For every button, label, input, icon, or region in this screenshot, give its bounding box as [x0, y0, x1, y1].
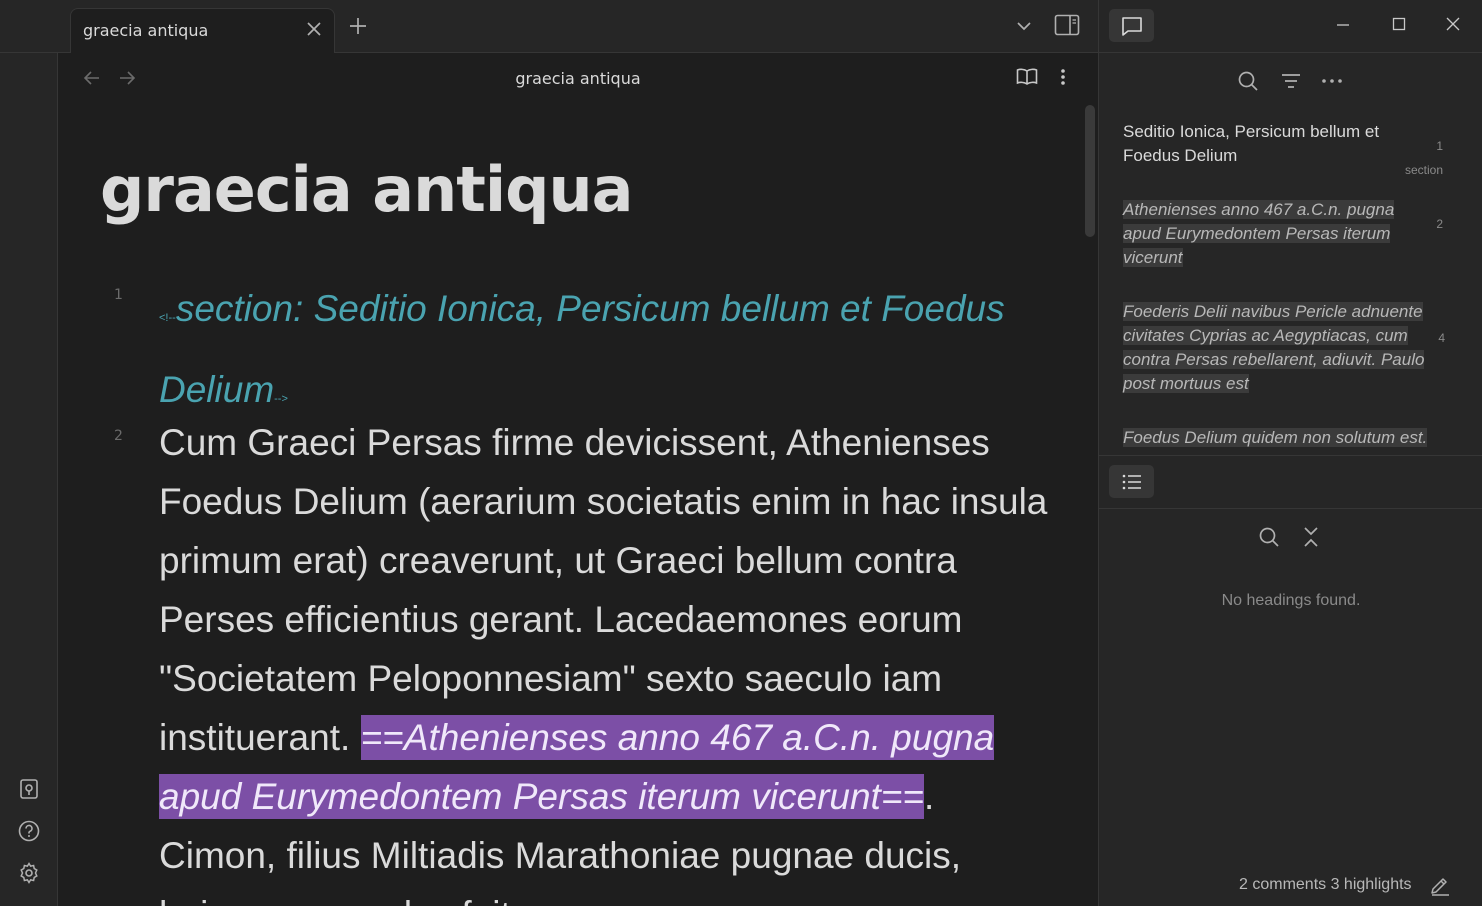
book-open-icon[interactable] — [1016, 67, 1038, 87]
outline-tab-icon[interactable] — [1109, 465, 1154, 498]
pencil-edit-icon[interactable] — [1429, 876, 1451, 896]
tab-title: graecia antiqua — [83, 21, 209, 40]
maximize-icon[interactable] — [1391, 16, 1407, 32]
comment-close-marker: --> — [274, 393, 288, 405]
more-horizontal-icon[interactable] — [1321, 71, 1343, 91]
comment-item-heading[interactable]: Seditio Ionica, Persicum bellum et Foedu… — [1123, 120, 1443, 177]
tab-bar: graecia antiqua — [0, 0, 1098, 54]
more-options-icon[interactable] — [1054, 67, 1072, 87]
right-sidebar-toggle-icon[interactable] — [1054, 14, 1080, 36]
collapse-all-icon[interactable] — [1301, 526, 1321, 548]
paragraph-text: Cum Graeci Persas firme devicissent, Ath… — [159, 422, 1048, 758]
divider — [1099, 508, 1482, 509]
comment-item-highlight[interactable]: Foederis Delii navibus Pericle adnuente … — [1123, 300, 1445, 396]
vault-icon[interactable] — [16, 776, 42, 802]
new-tab-plus-icon[interactable] — [348, 16, 368, 36]
right-sidebar-header — [1099, 0, 1482, 53]
comment-item-highlight[interactable]: Foedus Delium quidem non solutum est. — [1123, 426, 1443, 450]
line-number: 1 — [114, 287, 123, 303]
close-icon[interactable] — [306, 21, 322, 37]
comment-tag: section — [1404, 163, 1443, 177]
section-comment-text: section: Seditio Ionica, Persicum bellum… — [159, 288, 1005, 410]
minimize-icon[interactable] — [1335, 16, 1351, 32]
comment-open-marker: <!-- — [159, 312, 176, 324]
editor-scrollbar[interactable] — [1085, 105, 1095, 237]
highlight-quote: Athenienses anno 467 a.C.n. pugna apud E… — [1123, 200, 1395, 267]
editor-pane: graecia antiqua graecia antiqua 1 <!--se… — [58, 53, 1098, 906]
outline-toolbar — [1099, 522, 1482, 552]
section-comment-line[interactable]: <!--section: Seditio Ionica, Persicum be… — [159, 273, 1039, 435]
comments-list: Seditio Ionica, Persicum bellum et Foedu… — [1099, 110, 1469, 452]
left-ribbon — [0, 0, 58, 906]
comment-heading-text: Seditio Ionica, Persicum bellum et Foedu… — [1123, 122, 1380, 165]
paragraph[interactable]: Cum Graeci Persas firme devicissent, Ath… — [159, 413, 1059, 906]
status-counts: 2 comments 3 highlights — [1239, 876, 1412, 893]
chevron-down-icon[interactable] — [1014, 16, 1034, 36]
comment-line-number: 4 — [1438, 331, 1445, 345]
tab-graecia-antiqua[interactable]: graecia antiqua — [70, 8, 335, 54]
divider — [1099, 455, 1482, 456]
comment-line-number: 1 — [1436, 139, 1443, 153]
comment-item-highlight[interactable]: Athenienses anno 467 a.C.n. pugna apud E… — [1123, 198, 1443, 270]
window-close-icon[interactable] — [1445, 16, 1461, 32]
comments-tab-icon[interactable] — [1109, 9, 1154, 42]
search-icon[interactable] — [1258, 526, 1280, 548]
view-title[interactable]: graecia antiqua — [58, 69, 1098, 88]
empty-state-text: No headings found. — [1221, 592, 1361, 609]
line-number: 2 — [114, 428, 123, 444]
view-header: graecia antiqua — [58, 53, 1098, 103]
comment-line-number: 2 — [1436, 217, 1443, 231]
help-icon[interactable] — [16, 818, 42, 844]
highlight-quote: Foederis Delii navibus Pericle adnuente … — [1123, 302, 1425, 393]
right-sidebar: Seditio Ionica, Persicum bellum et Foedu… — [1098, 0, 1482, 906]
comments-toolbar — [1099, 66, 1482, 96]
inline-title[interactable]: graecia antiqua — [100, 153, 633, 226]
highlight-quote: Foedus Delium quidem non solutum est. — [1123, 428, 1428, 447]
filter-icon[interactable] — [1280, 71, 1302, 91]
settings-gear-icon[interactable] — [16, 860, 42, 886]
search-icon[interactable] — [1237, 70, 1259, 92]
